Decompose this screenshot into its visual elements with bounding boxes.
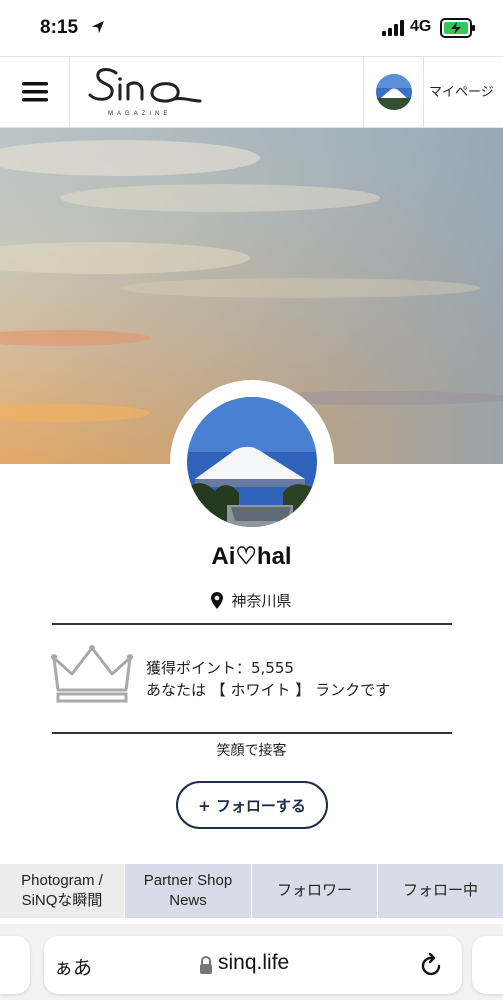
battery-charging-icon (440, 18, 475, 38)
profile-location: 神奈川県 (0, 590, 503, 611)
mypage-avatar-button[interactable] (363, 57, 424, 127)
rank-info: 獲得ポイント：5,555 あなたは 【 ホワイト 】 ランクです (146, 657, 390, 701)
status-bar: 8:15 4G (0, 0, 503, 56)
network-type: 4G (410, 18, 432, 35)
mypage-link[interactable]: マイページ (429, 81, 494, 100)
lock-icon (200, 956, 212, 974)
signal-bars-icon (382, 20, 404, 36)
tab-photogram[interactable]: Photogram / SiNQな瞬間 (0, 864, 125, 918)
tab-label: News (169, 892, 207, 909)
crown-icon (51, 645, 133, 703)
reload-icon[interactable] (420, 952, 444, 978)
status-time: 8:15 (40, 17, 79, 38)
profile-bio: 笑顔で接客 (216, 743, 287, 759)
profile-name: Ai♡hal (211, 543, 292, 570)
tab-partner-shop-news[interactable]: Partner Shop News (125, 864, 252, 918)
browser-toolbar: ぁあ sinq.life (0, 924, 503, 1000)
tab-label: フォロワー (276, 882, 352, 899)
avatar (375, 74, 412, 110)
tab-followers[interactable]: フォロワー (252, 864, 378, 918)
tab-label: フォロー中 (402, 882, 478, 899)
divider (52, 732, 452, 734)
logo-subtext: MAGAZINE (108, 111, 172, 117)
app-header: MAGAZINE マイページ (0, 56, 503, 128)
location-arrow-icon (92, 21, 104, 33)
tab-label: Partner Shop (143, 872, 233, 889)
profile-avatar (187, 397, 317, 527)
menu-button[interactable] (0, 57, 70, 127)
hamburger-icon (21, 82, 48, 102)
address-bar[interactable]: ぁあ sinq.life (44, 936, 462, 994)
divider (52, 623, 452, 625)
points-text: 獲得ポイント：5,555 (146, 659, 294, 677)
profile-tabs: Photogram / SiNQな瞬間 Partner Shop News フォロワ… (0, 864, 503, 918)
text-size-button[interactable]: ぁあ (54, 953, 92, 980)
previous-tab-preview[interactable] (0, 936, 30, 994)
url-domain[interactable]: sinq.life (218, 951, 289, 975)
location-label: 神奈川県 (231, 592, 292, 610)
tab-label: SiNQな瞬間 (21, 892, 103, 909)
tab-label: Photogram / (21, 872, 103, 889)
map-pin-icon (211, 592, 224, 609)
follow-button[interactable]: + フォローする (176, 781, 328, 829)
next-tab-preview[interactable] (472, 936, 503, 994)
rank-text: あなたは 【 ホワイト 】 ランクです (146, 681, 391, 699)
tab-following[interactable]: フォロー中 (378, 864, 503, 918)
